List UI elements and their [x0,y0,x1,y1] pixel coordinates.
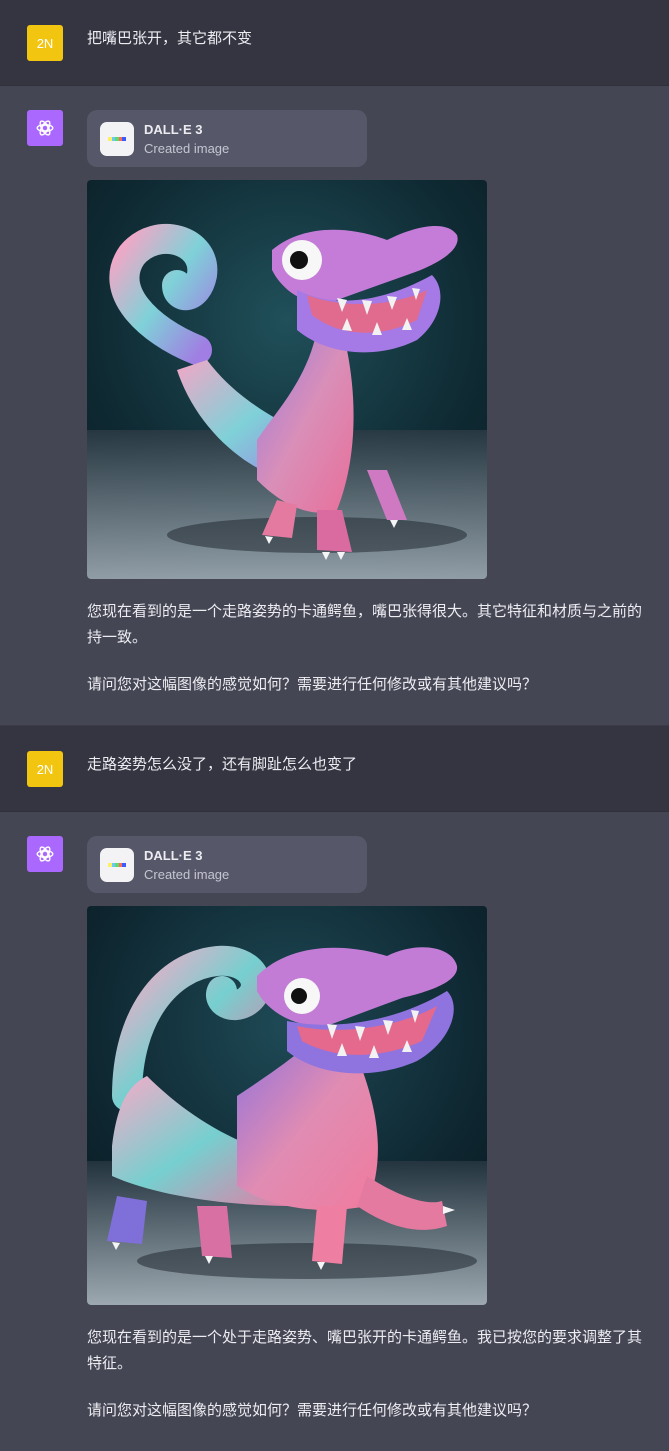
text-line: 您现在看到的是一个走路姿势的卡通鳄鱼，嘴巴张得很大。其它特征和材质与之前的 [87,602,643,620]
assistant-avatar [27,836,63,872]
user-avatar-initials: 2N [36,35,54,51]
user-message-text: 走路姿势怎么没了，还有脚趾怎么也变了 [87,755,358,773]
text-line: 请问您对这幅图像的感觉如何？需要进行任何修改或有其他建议吗？ [87,1401,538,1419]
dalle-icon [100,848,134,882]
tool-name: DALL·E 3 [144,122,203,137]
text-line: 特征。 [87,1354,133,1372]
dalle-icon [100,122,134,156]
user-message: 2N 走路姿势怎么没了，还有脚趾怎么也变了 [0,726,669,812]
assistant-message-text: 您现在看到的是一个走路姿势的卡通鳄鱼，嘴巴张得很大。其它特征和材质与之前的 持一… [87,598,669,697]
tool-status: Created image [144,141,230,156]
crocodile-image-1 [87,180,487,579]
user-message-text: 把嘴巴张开，其它都不变 [87,29,253,47]
openai-logo-icon [36,846,54,862]
user-avatar: 2N [27,25,63,61]
user-avatar: 2N [27,751,63,787]
assistant-message-text: 您现在看到的是一个处于走路姿势、嘴巴张开的卡通鳄鱼。我已按您的要求调整了其 特征… [87,1324,669,1423]
openai-logo-icon [36,120,54,136]
tool-status: Created image [144,867,230,882]
text-line: 持一致。 [87,628,148,646]
text-line: 您现在看到的是一个处于走路姿势、嘴巴张开的卡通鳄鱼。我已按您的要求调整了其 [87,1328,643,1346]
generated-image[interactable] [87,906,487,1305]
assistant-message: DALL·E 3 Created image [0,86,669,726]
text-line: 请问您对这幅图像的感觉如何？需要进行任何修改或有其他建议吗？ [87,675,538,693]
generated-image[interactable] [87,180,487,579]
tool-name: DALL·E 3 [144,848,203,863]
dalle-tool-card[interactable]: DALL·E 3 Created image [87,836,367,893]
assistant-avatar [27,110,63,146]
dalle-tool-card[interactable]: DALL·E 3 Created image [87,110,367,167]
user-avatar-initials: 2N [36,761,54,777]
user-message: 2N 把嘴巴张开，其它都不变 [0,0,669,86]
assistant-message: DALL·E 3 Created image [0,812,669,1451]
crocodile-image-2 [87,906,487,1305]
